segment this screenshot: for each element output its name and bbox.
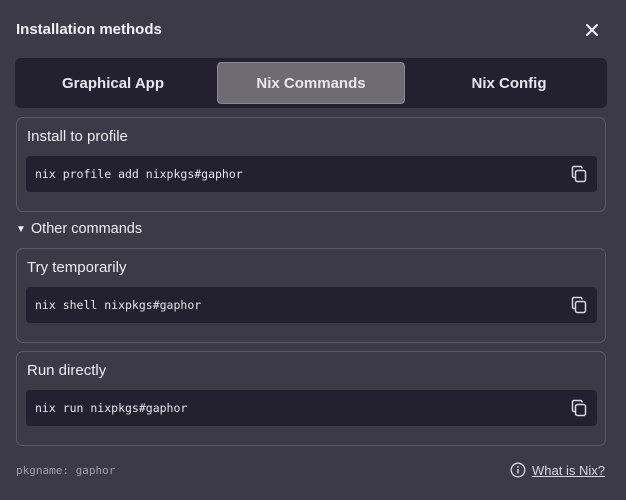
tab-bar: Graphical App Nix Commands Nix Config xyxy=(15,58,607,108)
copy-icon[interactable] xyxy=(569,398,589,418)
try-temporarily-heading: Try temporarily xyxy=(27,259,127,276)
temporary-command[interactable]: nix shell nixpkgs#gaphor xyxy=(35,298,201,312)
other-commands-toggle[interactable]: ▼ Other commands xyxy=(16,221,142,237)
dialog-title: Installation methods xyxy=(16,21,162,38)
info-circle-icon xyxy=(510,462,526,478)
disclosure-triangle-icon: ▼ xyxy=(16,224,26,235)
run-command[interactable]: nix run nixpkgs#gaphor xyxy=(35,401,187,415)
tab-nix-config[interactable]: Nix Config xyxy=(417,62,601,104)
other-commands-label: Other commands xyxy=(30,221,143,237)
close-button[interactable] xyxy=(581,19,603,41)
run-directly-heading: Run directly xyxy=(27,362,107,379)
tab-nix-commands[interactable]: Nix Commands xyxy=(217,62,405,104)
profile-command[interactable]: nix profile add nixpkgs#gaphor xyxy=(35,167,243,181)
run-directly-card: Run directly nix run nixpkgs#gaphor xyxy=(16,351,606,446)
temporary-command-box: nix shell nixpkgs#gaphor xyxy=(26,287,597,323)
copy-icon[interactable] xyxy=(569,164,589,184)
copy-icon[interactable] xyxy=(569,295,589,315)
install-to-profile-heading: Install to profile xyxy=(27,128,128,145)
close-icon xyxy=(586,24,598,36)
profile-command-box: nix profile add nixpkgs#gaphor xyxy=(26,156,597,192)
run-command-box: nix run nixpkgs#gaphor xyxy=(26,390,597,426)
pkgname-label: pkgname: gaphor xyxy=(16,464,116,477)
install-to-profile-card: Install to profile nix profile add nixpk… xyxy=(16,117,606,212)
installation-dialog: Installation methods Graphical App Nix C… xyxy=(0,0,626,500)
what-is-nix-text[interactable]: What is Nix? xyxy=(532,463,605,478)
try-temporarily-card: Try temporarily nix shell nixpkgs#gaphor xyxy=(16,248,606,343)
tab-graphical-app[interactable]: Graphical App xyxy=(21,62,205,104)
what-is-nix-link[interactable]: What is Nix? xyxy=(510,462,605,478)
